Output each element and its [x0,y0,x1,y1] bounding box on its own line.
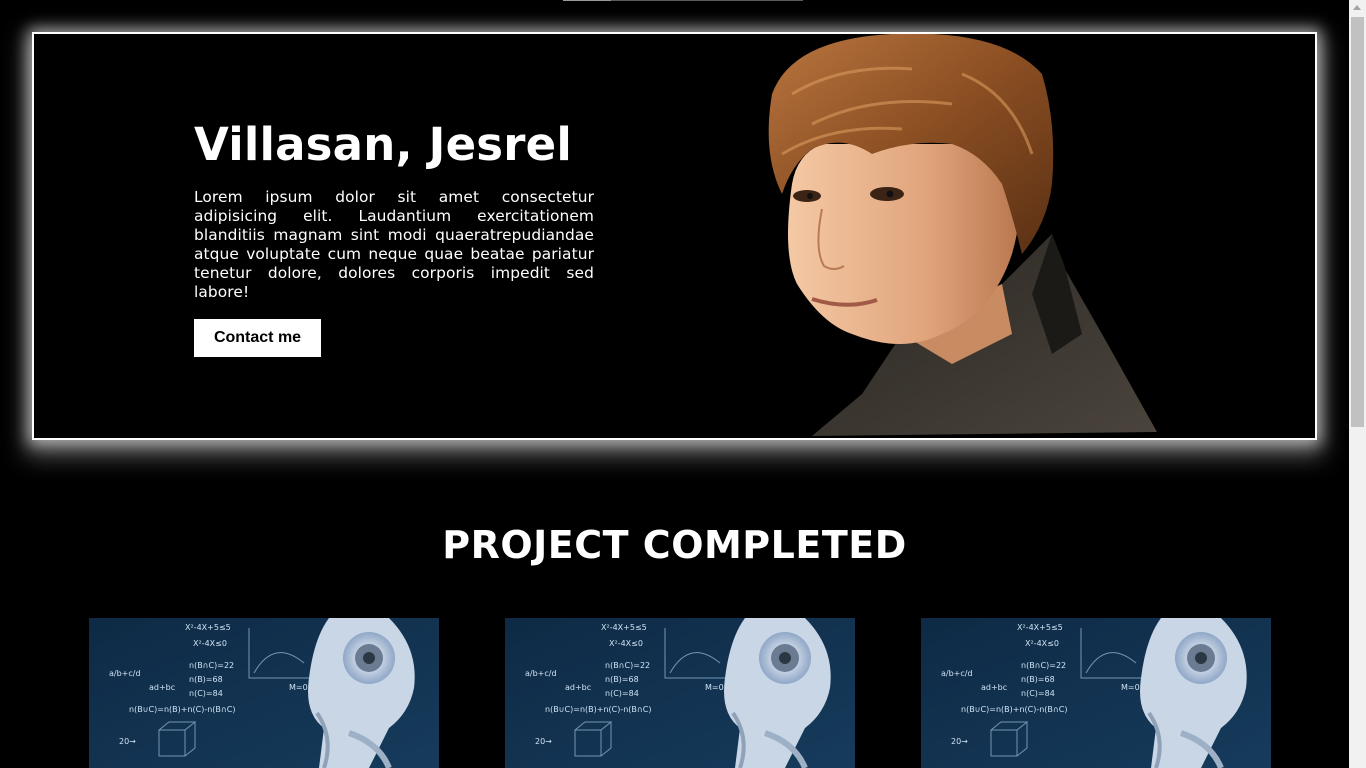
svg-text:a/b+c/d: a/b+c/d [941,669,973,678]
scroll-up-arrow-icon[interactable] [1353,5,1361,10]
project-card[interactable]: X²-4X+5≤5 X²-4X≤0 n(B∩C)=22 n(B)=68 n(C)… [921,618,1271,768]
svg-text:n(B∪C)=n(B)+n(C)-n(B∩C): n(B∪C)=n(B)+n(C)-n(B∩C) [961,705,1067,714]
svg-text:20→: 20→ [951,737,968,746]
hero-description: Lorem ipsum dolor sit amet consectetur a… [194,188,594,301]
svg-text:ad+bc: ad+bc [565,683,591,692]
svg-text:n(B∩C)=22: n(B∩C)=22 [189,661,234,670]
robot-math-image: X²-4X+5≤5 X²-4X≤0 n(B∩C)=22 n(B)=68 n(C)… [921,618,1271,768]
vertical-scrollbar[interactable] [1349,0,1366,768]
svg-text:20→: 20→ [119,737,136,746]
svg-text:n(C)=84: n(C)=84 [1021,689,1055,698]
svg-text:n(B∪C)=n(B)+n(C)-n(B∩C): n(B∪C)=n(B)+n(C)-n(B∩C) [545,705,651,714]
svg-text:X²-4X+5≤5: X²-4X+5≤5 [1017,623,1063,632]
hero-section: Villasan, Jesrel Lorem ipsum dolor sit a… [32,32,1317,440]
svg-text:X²-4X≤0: X²-4X≤0 [1025,639,1059,648]
hero-title: Villasan, Jesrel [194,118,573,171]
project-card[interactable]: X²-4X+5≤5 X²-4X≤0 n(B∩C)=22 n(B)=68 n(C)… [505,618,855,768]
svg-text:n(B∪C)=n(B)+n(C)-n(B∩C): n(B∪C)=n(B)+n(C)-n(B∩C) [129,705,235,714]
svg-text:n(C)=84: n(C)=84 [605,689,639,698]
svg-text:20→: 20→ [535,737,552,746]
hero-text-block: Villasan, Jesrel Lorem ipsum dolor sit a… [194,118,594,357]
robot-math-image: X²-4X+5≤5 X²-4X≤0 n(B∩C)=22 n(B)=68 n(C)… [505,618,855,768]
portrait-image [768,34,1157,436]
svg-text:n(B)=68: n(B)=68 [189,675,223,684]
svg-text:X²-4X+5≤5: X²-4X+5≤5 [185,623,231,632]
svg-text:n(B∩C)=22: n(B∩C)=22 [605,661,650,670]
svg-text:ad+bc: ad+bc [149,683,175,692]
svg-text:X²-4X≤0: X²-4X≤0 [609,639,643,648]
robot-math-image: X²-4X+5≤5 X²-4X≤0 n(B∩C)=22 n(B)=68 n(C)… [89,618,439,768]
svg-text:X²-4X≤0: X²-4X≤0 [193,639,227,648]
project-card[interactable]: X²-4X+5≤5 X²-4X≤0 n(B∩C)=22 n(B)=68 n(C)… [89,618,439,768]
svg-text:a/b+c/d: a/b+c/d [525,669,557,678]
contact-me-button[interactable]: Contact me [194,319,321,357]
top-nav-edge [563,0,803,1]
scrollbar-thumb[interactable] [1351,17,1364,427]
svg-text:ad+bc: ad+bc [981,683,1007,692]
svg-text:X²-4X+5≤5: X²-4X+5≤5 [601,623,647,632]
svg-text:a/b+c/d: a/b+c/d [109,669,141,678]
svg-text:n(B)=68: n(B)=68 [605,675,639,684]
svg-text:n(C)=84: n(C)=84 [189,689,223,698]
svg-text:n(B∩C)=22: n(B∩C)=22 [1021,661,1066,670]
portfolio-page: Villasan, Jesrel Lorem ipsum dolor sit a… [0,0,1349,768]
svg-text:n(B)=68: n(B)=68 [1021,675,1055,684]
projects-section-title: PROJECT COMPLETED [442,523,907,567]
